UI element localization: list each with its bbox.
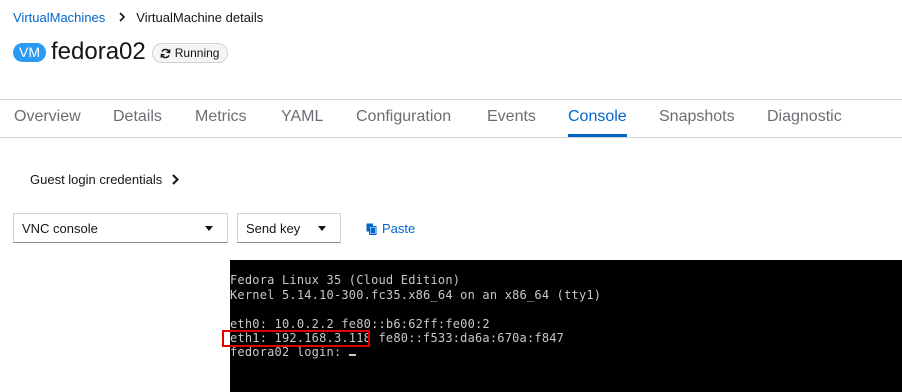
console-line: Fedora Linux 35 (Cloud Edition) xyxy=(230,273,461,287)
tab-events[interactable]: Events xyxy=(487,108,536,126)
eth1-highlight-box xyxy=(222,330,370,347)
breadcrumb-current: VirtualMachine details xyxy=(136,10,264,25)
tab-snapshots[interactable]: Snapshots xyxy=(659,108,735,126)
console-line: eth0: 10.0.2.2 fe80::b6:62ff:fe00:2 xyxy=(230,317,490,331)
tab-diagnostic[interactable]: Diagnostic xyxy=(767,108,842,126)
vm-name: fedora02 xyxy=(51,38,146,65)
chevron-right-icon xyxy=(172,174,180,185)
console-line: fedora02 login: xyxy=(230,345,349,359)
send-key-value: Send key xyxy=(246,220,301,236)
status-text: Running xyxy=(174,46,220,60)
paste-label: Paste xyxy=(382,221,416,236)
active-tab-indicator xyxy=(568,134,627,137)
paste-button[interactable]: Paste xyxy=(366,221,415,236)
console-line: Kernel 5.14.10-300.fc35.x86_64 on an x86… xyxy=(230,288,602,302)
console-type-value: VNC console xyxy=(22,220,98,236)
console-type-select[interactable]: VNC console xyxy=(13,213,228,243)
text-cursor xyxy=(348,354,356,356)
copy-icon xyxy=(366,223,377,235)
tab-yaml[interactable]: YAML xyxy=(281,108,323,126)
guest-login-credentials-label: Guest login credentials xyxy=(30,172,163,187)
breadcrumb: VirtualMachines VirtualMachine details xyxy=(13,10,263,25)
caret-down-icon xyxy=(318,226,326,231)
send-key-select[interactable]: Send key xyxy=(237,213,341,243)
tab-console[interactable]: Console xyxy=(568,108,627,126)
page-title: VM fedora02 Running xyxy=(13,38,229,66)
tab-details[interactable]: Details xyxy=(113,108,162,126)
console-login-prompt: fedora02 login: xyxy=(230,345,356,359)
breadcrumb-link-virtualmachines[interactable]: VirtualMachines xyxy=(13,10,105,25)
vnc-console-screen[interactable]: Fedora Linux 35 (Cloud Edition) Kernel 5… xyxy=(230,260,902,392)
tab-overview[interactable]: Overview xyxy=(14,108,81,126)
tab-bar: Overview Details Metrics YAML Configurat… xyxy=(0,99,902,138)
guest-login-credentials-toggle[interactable]: Guest login credentials xyxy=(30,172,180,187)
vm-resource-badge: VM xyxy=(13,42,46,62)
tab-configuration[interactable]: Configuration xyxy=(356,108,451,126)
tab-metrics[interactable]: Metrics xyxy=(195,108,247,126)
chevron-right-icon xyxy=(119,11,126,25)
sync-icon xyxy=(160,48,171,58)
caret-down-icon xyxy=(205,226,213,231)
status-badge: Running xyxy=(151,43,229,63)
